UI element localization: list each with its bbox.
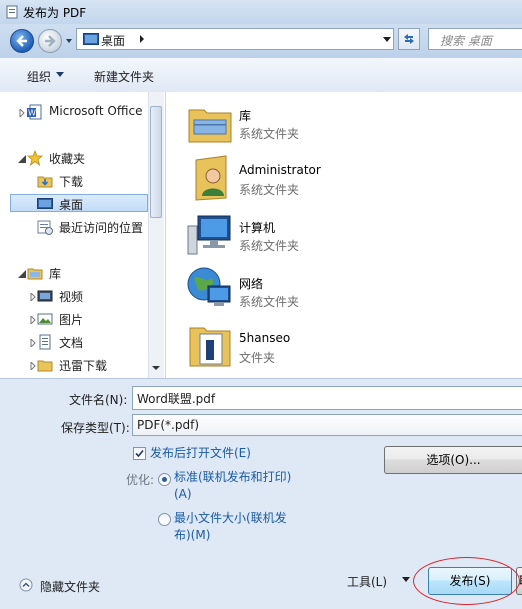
nav-item-desktop[interactable]: 桌面: [59, 196, 83, 213]
optimize-minimum-label[interactable]: 最小文件大小(联机发 布)(M): [174, 510, 287, 544]
content-item-type: 系统文件夹: [239, 295, 300, 309]
chevron-right-icon[interactable]: [138, 34, 146, 44]
tools-button[interactable]: 工具(L): [347, 573, 387, 590]
back-button[interactable]: [10, 29, 34, 53]
chevron-down-icon[interactable]: [56, 72, 64, 78]
nav-item-pictures[interactable]: 图片: [59, 311, 83, 328]
user-folder-icon[interactable]: [186, 154, 234, 202]
save-type-label: 保存类型(T):: [61, 421, 130, 435]
optimize-standard-label[interactable]: 标准(联机发布和打印) (A): [174, 469, 291, 503]
open-after-publish-checkbox[interactable]: [133, 447, 146, 460]
picture-library-icon: [37, 313, 53, 325]
optimize-standard-line1: 标准(联机发布和打印): [174, 470, 292, 484]
desktop-icon: [37, 198, 53, 209]
hide-folders-icon[interactable]: [19, 578, 33, 592]
optimize-minimum-radio[interactable]: [158, 513, 171, 526]
command-toolbar: [0, 58, 522, 93]
document-library-icon: [39, 334, 51, 350]
chevron-down-icon[interactable]: [402, 577, 410, 583]
content-item-type: 系统文件夹: [239, 127, 300, 141]
star-icon: [27, 150, 43, 166]
refresh-icon: [404, 34, 414, 44]
options-button[interactable]: 选项(O)...: [384, 446, 522, 474]
address-location[interactable]: 桌面: [101, 32, 125, 49]
expand-arrow-icon[interactable]: [29, 362, 37, 370]
network-icon[interactable]: [186, 264, 234, 312]
nav-item-library[interactable]: 库: [49, 265, 61, 282]
content-item-type: 系统文件夹: [239, 183, 300, 197]
hide-folders-button[interactable]: 隐藏文件夹: [40, 578, 100, 595]
window-title: 发布为 PDF: [23, 6, 87, 20]
refresh-button[interactable]: [398, 28, 420, 50]
folder-document-icon[interactable]: [186, 320, 234, 368]
expand-arrow-icon[interactable]: [29, 316, 37, 324]
arrow-right-icon: [45, 35, 56, 47]
nav-item-xunlei-downloads[interactable]: 迅雷下载: [59, 357, 107, 374]
desktop-icon: [83, 33, 99, 45]
svg-text:W: W: [28, 109, 36, 118]
expand-arrow-icon[interactable]: [29, 339, 37, 347]
library-folder-icon[interactable]: [186, 100, 234, 148]
chevron-down-icon[interactable]: [382, 33, 392, 45]
library-icon: [27, 268, 43, 280]
collapse-arrow-icon[interactable]: [18, 155, 26, 163]
recent-places-icon: [37, 220, 53, 235]
content-item-name[interactable]: 库: [239, 107, 251, 124]
content-item-type: 文件夹: [239, 351, 276, 365]
filename-label: 文件名(N):: [69, 393, 128, 407]
content-item-name[interactable]: 5hanseo: [239, 331, 290, 345]
video-library-icon: [37, 290, 53, 302]
download-folder-icon: [37, 176, 53, 188]
optimize-minimum-line1: 最小文件大小(联机发: [174, 511, 287, 525]
filename-input[interactable]: Word联盟.pdf: [132, 386, 522, 410]
new-folder-button[interactable]: 新建文件夹: [94, 68, 154, 85]
computer-icon[interactable]: [186, 210, 234, 258]
search-placeholder[interactable]: 搜索 桌面: [440, 32, 492, 49]
history-dropdown-icon[interactable]: [64, 34, 74, 48]
expand-arrow-icon[interactable]: [29, 293, 37, 301]
open-after-publish-label[interactable]: 发布后打开文件(E): [150, 445, 251, 462]
checkmark-icon: [135, 449, 144, 458]
nav-item-downloads[interactable]: 下载: [59, 173, 83, 190]
nav-item-recent-places[interactable]: 最近访问的位置: [59, 219, 143, 236]
nav-item-documents[interactable]: 文档: [59, 334, 83, 351]
arrow-left-icon: [16, 35, 27, 47]
optimize-standard-radio[interactable]: [158, 473, 171, 486]
optimize-minimum-line2: 布)(M): [174, 528, 211, 542]
content-item-name[interactable]: Administrator: [239, 163, 321, 177]
content-item-name[interactable]: 网络: [239, 275, 263, 292]
organize-button[interactable]: 组织: [27, 68, 51, 85]
folder-icon: [37, 360, 53, 372]
expand-arrow-icon[interactable]: [18, 109, 26, 117]
optimize-standard-line2: (A): [174, 487, 192, 501]
highlight-annotation-ellipse: [413, 557, 520, 605]
collapse-arrow-icon[interactable]: [18, 270, 26, 278]
content-item-type: 系统文件夹: [239, 239, 300, 253]
pdf-doc-icon: [6, 5, 18, 19]
scroll-down-icon[interactable]: [151, 364, 161, 372]
word-icon: W: [27, 104, 42, 120]
nav-scrollbar-thumb[interactable]: [150, 106, 162, 218]
nav-item-microsoft-office[interactable]: Microsoft Office: [49, 104, 142, 118]
nav-item-videos[interactable]: 视频: [59, 288, 83, 305]
save-type-select[interactable]: PDF(*.pdf): [132, 414, 522, 436]
forward-button[interactable]: [38, 29, 62, 53]
optimize-label: 优化:: [126, 473, 155, 487]
nav-item-favorites[interactable]: 收藏夹: [49, 150, 85, 167]
content-item-name[interactable]: 计算机: [239, 219, 275, 236]
